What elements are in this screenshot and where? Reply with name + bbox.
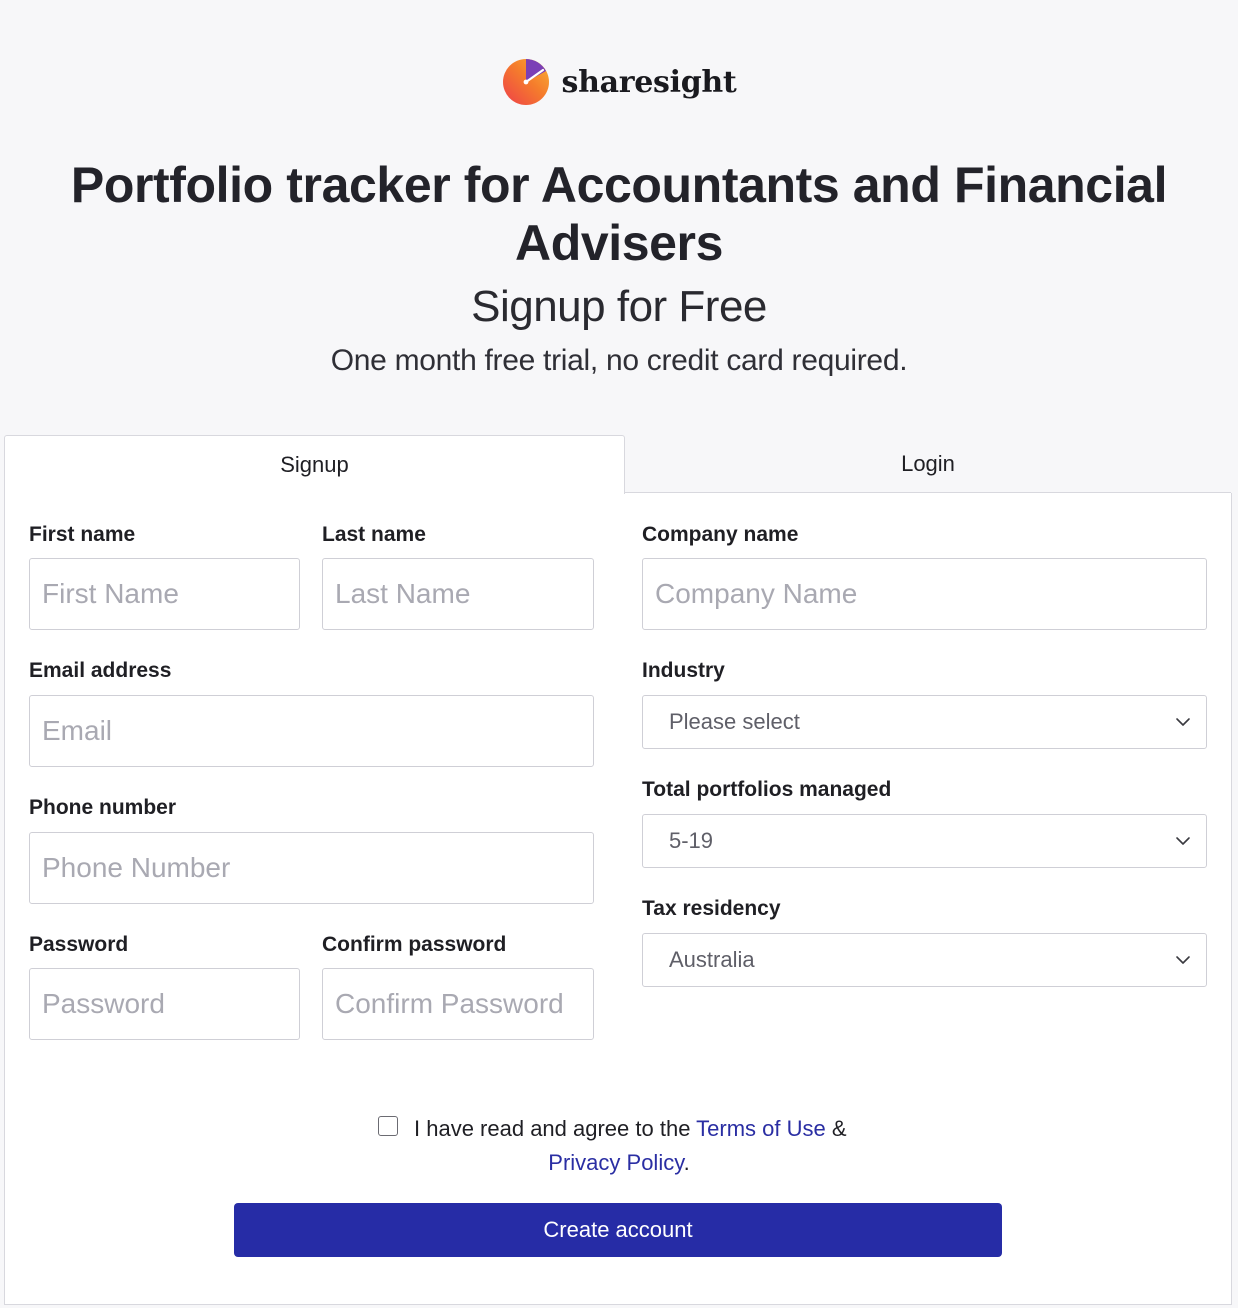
email-label: Email address — [29, 659, 172, 682]
brand-logo-link[interactable]: sharesight — [502, 58, 737, 106]
trial-tagline: One month free trial, no credit card req… — [330, 344, 908, 377]
confirm-password-label: Confirm password — [322, 933, 507, 956]
phone-input[interactable] — [29, 832, 594, 904]
email-input[interactable] — [29, 695, 594, 767]
tax-residency-selected-value: Australia — [669, 947, 755, 972]
page-title: Portfolio tracker for Accountants and Fi… — [70, 157, 1168, 271]
phone-label: Phone number — [29, 796, 177, 819]
chevron-down-icon — [1176, 837, 1190, 845]
industry-select[interactable]: Please select — [642, 695, 1207, 749]
create-account-button[interactable]: Create account — [234, 1203, 1002, 1257]
industry-selected-value: Please select — [669, 709, 800, 734]
first-name-input[interactable] — [29, 558, 300, 630]
signup-page: sharesight Portfolio tracker for Account… — [0, 0, 1238, 1308]
tax-residency-select[interactable]: Australia — [642, 933, 1207, 987]
agreement-text-line1: I have read and agree to the Terms of Us… — [414, 1112, 847, 1145]
page-subtitle: Signup for Free — [471, 282, 767, 331]
tab-login[interactable]: Login — [625, 435, 1231, 493]
company-name-label: Company name — [642, 523, 799, 546]
chevron-down-icon — [1176, 956, 1190, 964]
agreement-prefix: I have read and agree to the — [414, 1116, 691, 1141]
portfolios-select[interactable]: 5-19 — [642, 814, 1207, 868]
last-name-input[interactable] — [322, 558, 594, 630]
portfolios-selected-value: 5-19 — [669, 828, 714, 853]
agree-terms-checkbox[interactable] — [378, 1116, 398, 1136]
agreement-text-line2: Privacy Policy. — [0, 1146, 1238, 1179]
first-name-label: First name — [29, 523, 136, 546]
confirm-password-input[interactable] — [322, 968, 594, 1040]
privacy-policy-link[interactable]: Privacy Policy — [548, 1150, 683, 1175]
sharesight-logo-icon — [502, 59, 549, 105]
tax-residency-label: Tax residency — [642, 897, 781, 920]
brand-name: sharesight — [561, 64, 737, 100]
last-name-label: Last name — [322, 523, 426, 546]
password-label: Password — [29, 933, 129, 956]
password-input[interactable] — [29, 968, 300, 1040]
chevron-down-icon — [1176, 718, 1190, 726]
agreement-connector: & — [831, 1116, 847, 1141]
company-name-input[interactable] — [642, 558, 1207, 630]
tab-signup[interactable]: Signup — [4, 435, 625, 494]
brand-header: sharesight — [0, 58, 1238, 106]
agreement-suffix: . — [683, 1150, 690, 1175]
terms-of-use-link[interactable]: Terms of Use — [696, 1116, 826, 1141]
industry-label: Industry — [642, 659, 725, 682]
portfolios-label: Total portfolios managed — [642, 778, 892, 801]
